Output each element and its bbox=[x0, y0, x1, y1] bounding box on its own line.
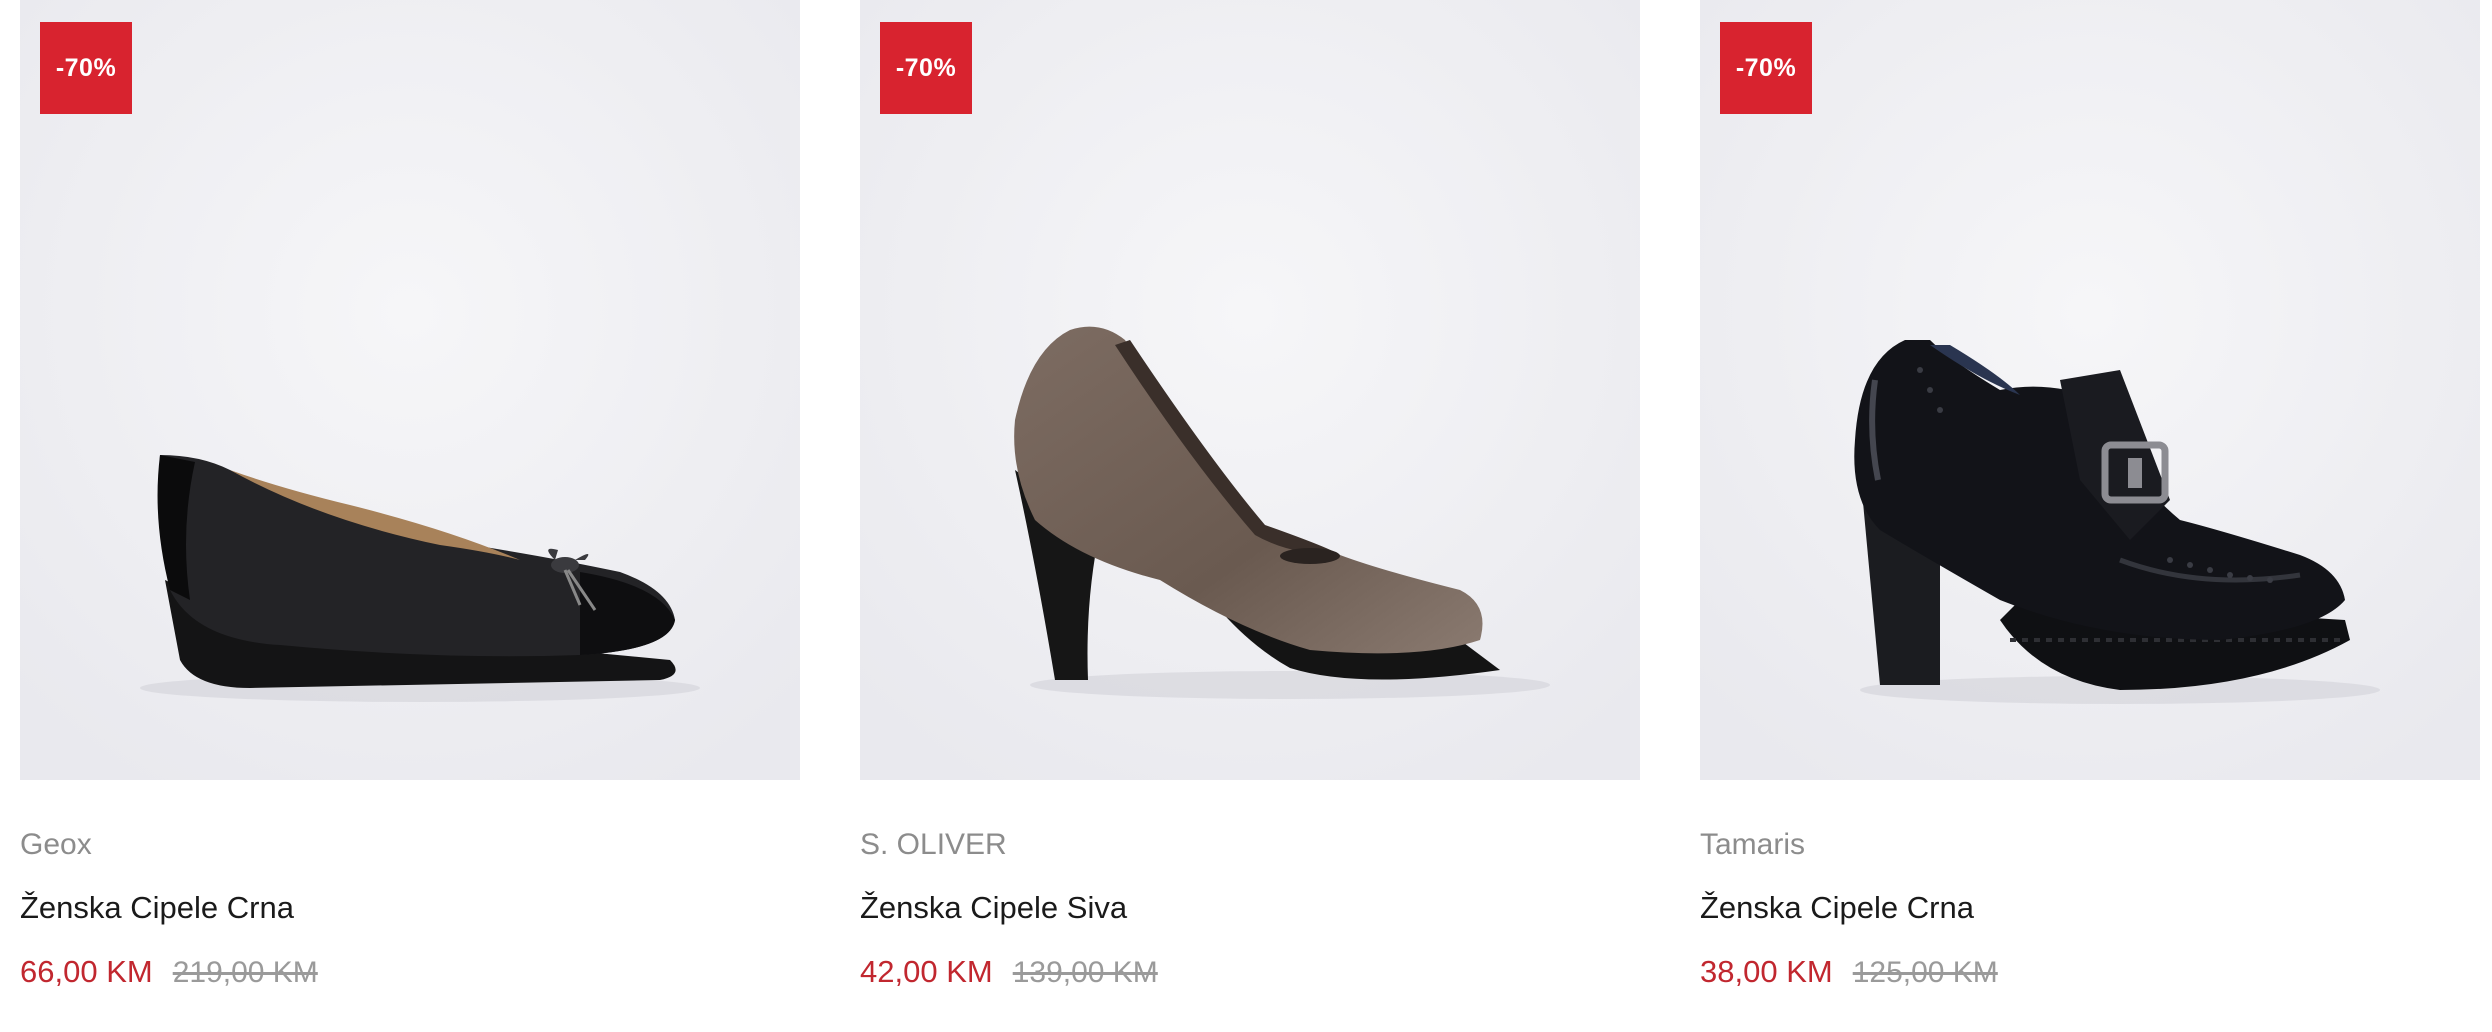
product-image[interactable]: -70% bbox=[1700, 0, 2480, 780]
discount-badge: -70% bbox=[40, 22, 132, 114]
sale-price: 42,00 KM bbox=[860, 954, 993, 989]
product-prices: 42,00 KM 139,00 KM bbox=[860, 954, 1158, 990]
product-prices: 38,00 KM 125,00 KM bbox=[1700, 954, 1998, 990]
original-price: 219,00 KM bbox=[172, 956, 318, 989]
sale-price: 66,00 KM bbox=[20, 954, 153, 989]
discount-badge: -70% bbox=[1720, 22, 1812, 114]
product-image[interactable]: -70% bbox=[20, 0, 800, 780]
product-grid: -70% Geox Ženska Cipele Crna 66,00 KM 21… bbox=[0, 0, 2492, 1032]
product-card[interactable]: -70% S. OLIVER Ženska Cipele Siva 42,00 … bbox=[860, 0, 1640, 989]
wedge-shoe-image bbox=[20, 0, 800, 780]
high-heel-pump-image bbox=[860, 0, 1640, 780]
product-card[interactable]: -70% Tamaris Ženska Cipele Crna 38,00 KM… bbox=[1700, 0, 2480, 989]
product-title[interactable]: Ženska Cipele Siva bbox=[860, 890, 1127, 926]
product-title[interactable]: Ženska Cipele Crna bbox=[20, 890, 294, 926]
product-prices: 66,00 KM 219,00 KM bbox=[20, 954, 318, 990]
product-brand: Geox bbox=[20, 828, 92, 861]
sale-price: 38,00 KM bbox=[1700, 954, 1833, 989]
discount-badge: -70% bbox=[880, 22, 972, 114]
product-title[interactable]: Ženska Cipele Crna bbox=[1700, 890, 1974, 926]
product-image[interactable]: -70% bbox=[860, 0, 1640, 780]
buckle-heel-image bbox=[1700, 0, 2480, 780]
original-price: 139,00 KM bbox=[1012, 956, 1158, 989]
product-brand: S. OLIVER bbox=[860, 828, 1007, 861]
original-price: 125,00 KM bbox=[1852, 956, 1998, 989]
product-brand: Tamaris bbox=[1700, 828, 1806, 861]
product-card[interactable]: -70% Geox Ženska Cipele Crna 66,00 KM 21… bbox=[20, 0, 800, 989]
